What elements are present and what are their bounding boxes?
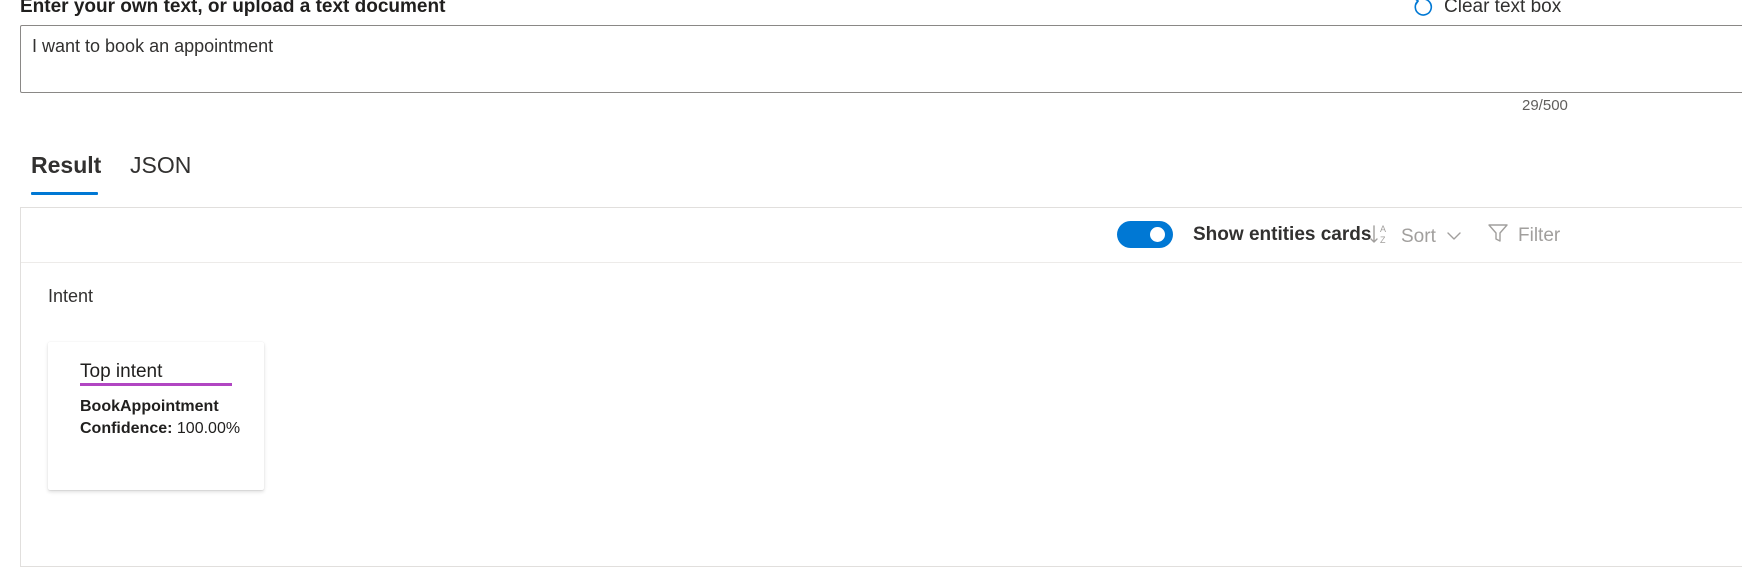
card-title: Top intent: [80, 361, 163, 382]
show-entities-label: Show entities cards: [1193, 224, 1372, 245]
intent-section-title: Intent: [48, 286, 94, 306]
tab-result[interactable]: Result: [31, 152, 101, 179]
toolbar-divider: [21, 262, 1742, 263]
character-count: 29/500: [1522, 97, 1568, 114]
confidence-value: 100.00%: [176, 420, 241, 437]
text-input[interactable]: I want to book an appointment: [20, 25, 1742, 93]
toggle-knob: [1150, 227, 1165, 242]
clear-text-box-button[interactable]: Clear text box: [1412, 0, 1561, 18]
filter-icon: [1487, 222, 1509, 250]
show-entities-toggle[interactable]: [1117, 221, 1173, 248]
sort-az-icon: A Z: [1369, 222, 1391, 252]
tab-json[interactable]: JSON: [130, 152, 191, 179]
svg-text:Z: Z: [1380, 235, 1386, 245]
clear-text-box-label: Clear text box: [1444, 0, 1562, 17]
confidence-label: Confidence:: [80, 420, 173, 437]
sort-label: Sort: [1401, 226, 1436, 247]
input-label: Enter your own text, or upload a text do…: [20, 0, 446, 17]
refresh-icon: [1412, 0, 1434, 18]
filter-button[interactable]: Filter: [1487, 222, 1560, 250]
result-panel: [20, 207, 1742, 567]
top-intent-card: Top intent BookAppointment Confidence: 1…: [48, 342, 264, 490]
intent-confidence: Confidence: 100.00%: [80, 420, 240, 438]
intent-name: BookAppointment: [80, 398, 219, 415]
svg-text:A: A: [1380, 224, 1386, 234]
filter-label: Filter: [1518, 225, 1561, 246]
chevron-down-icon: [1446, 226, 1462, 248]
card-title-underline: [80, 383, 232, 386]
sort-button[interactable]: A Z Sort: [1369, 222, 1462, 252]
selected-tab-indicator: [31, 192, 98, 195]
